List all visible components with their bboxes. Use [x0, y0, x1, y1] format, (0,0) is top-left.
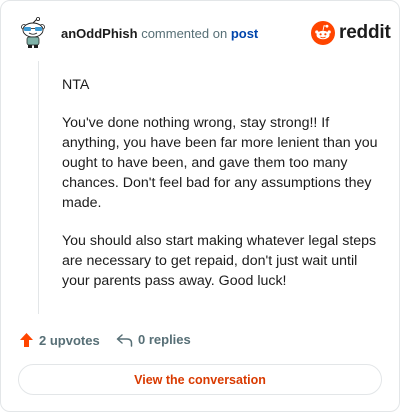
view-conversation-button[interactable]: View the conversation [18, 364, 382, 395]
replies-button[interactable]: 0 replies [116, 332, 191, 347]
comment-paragraph: You should also start making whatever le… [62, 233, 377, 289]
author-name[interactable]: anOddPhish [61, 26, 138, 41]
upvote-count: 2 upvotes [39, 332, 100, 348]
thread-line [38, 61, 39, 314]
comment-header: anOddPhish commented on post [61, 27, 258, 41]
comment-body: NTA You've done nothing wrong, stay stro… [62, 75, 382, 309]
upvote-button[interactable]: 2 upvotes [19, 332, 100, 348]
comment-paragraph: NTA [62, 77, 90, 93]
reddit-wordmark: reddit [339, 22, 391, 43]
reddit-logo[interactable]: reddit [311, 20, 391, 46]
comment-action: commented on [141, 26, 228, 41]
upvote-arrow-icon [20, 333, 33, 347]
comment-paragraph: You've done nothing wrong, stay strong!!… [62, 115, 378, 211]
comment-card: anOddPhish commented on post reddit NTA … [0, 0, 400, 412]
post-link[interactable]: post [231, 26, 258, 41]
reply-arrow-icon [116, 333, 133, 347]
reddit-logo-icon [311, 21, 335, 45]
snoo-avatar-icon[interactable] [19, 17, 47, 49]
replies-count: 0 replies [138, 332, 191, 347]
